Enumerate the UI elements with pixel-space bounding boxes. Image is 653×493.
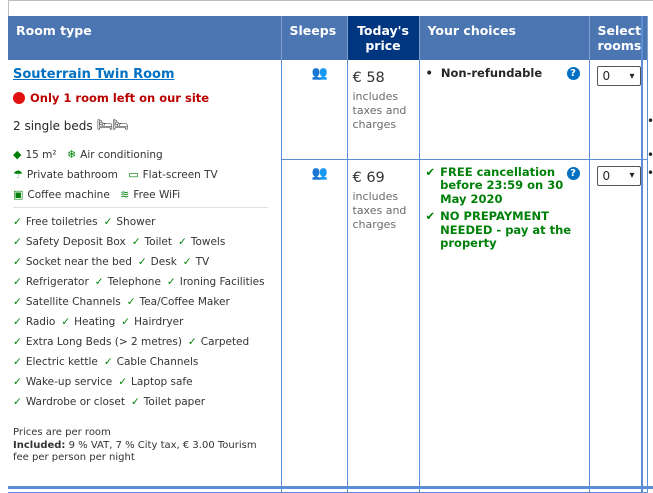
facility-item: ≋ Free WiFi [120, 185, 180, 205]
check-icon: ✓ [182, 256, 192, 268]
amenity-row: ✓ Safety Deposit Box ✓ Toilet ✓ Towels [13, 236, 226, 248]
table-row: Souterrain Twin Room Only 1 room left on… [8, 60, 649, 493]
facilities-list: ◆ 15 m² ❄ Air conditioning ☂ Private bathro… [13, 145, 275, 205]
right-panel-edge: • • • [641, 16, 653, 492]
rooms-select[interactable]: 0 ▾ [596, 66, 641, 86]
check-icon: ✓ [121, 316, 131, 328]
choice-item: ✔ NO PREPAYMENT NEEDED - pay at the prope… [425, 209, 572, 251]
check-icon: ✓ [137, 256, 147, 268]
size-icon: ◆ [13, 148, 22, 161]
bullet-icon: • [647, 166, 653, 180]
tv-icon: ▭ [128, 168, 139, 181]
choices-cell: • Non-refundable ? [418, 60, 589, 160]
bottom-border [8, 486, 653, 489]
check-icon: ✔ [425, 164, 436, 179]
check-icon: ✓ [13, 296, 22, 308]
check-icon: ✔ [425, 209, 436, 224]
amenity-row: ✓ Socket near the bed ✓ Desk ✓ TV [13, 256, 210, 268]
check-icon: ✓ [187, 336, 197, 348]
chevron-down-icon: ▾ [629, 70, 635, 82]
check-icon: ✓ [126, 296, 136, 308]
check-icon: ✓ [131, 236, 141, 248]
choice-item: ✔ FREE cancellation before 23:59 on 30 Ma… [425, 164, 564, 206]
check-icon: ✓ [13, 376, 22, 388]
check-icon: ✓ [178, 236, 187, 248]
amenity-row: ✓ Free toiletries ✓ Shower [13, 216, 156, 228]
facility-item: ◆ 15 m² [13, 145, 57, 165]
header-select-rooms: Select rooms [589, 16, 649, 60]
amenity-row: ✓ Wardrobe or closet ✓ Toilet paper [13, 396, 206, 408]
two-persons-icon: 👥 [311, 165, 328, 181]
select-cell: 0 ▾ [588, 159, 649, 493]
shower-icon: ☂ [13, 168, 23, 181]
header-sleeps: Sleeps [281, 16, 348, 60]
check-icon: ✓ [103, 216, 113, 228]
price-includes: includes taxes and charges [352, 189, 407, 231]
choice-item: • Non-refundable [425, 66, 543, 80]
table-header-row: Room type Sleeps Today's price Your choi… [8, 16, 649, 60]
check-icon: ✓ [103, 356, 113, 368]
check-icon: ✓ [61, 316, 71, 328]
sleeps-cell: 👥 [280, 60, 347, 160]
check-icon: ✓ [13, 216, 22, 228]
bed-icon: 🛏🛏 [96, 118, 129, 133]
check-icon: ✓ [13, 276, 22, 288]
amenity-row: ✓ Extra Long Beds (> 2 metres) ✓ Carpeted [13, 336, 250, 348]
facility-item: ☂ Private bathroom [13, 165, 118, 185]
wifi-icon: ≋ [120, 188, 130, 201]
sleeps-cell: 👥 [280, 159, 347, 493]
scarcity-notice: Only 1 room left on our site [13, 91, 275, 105]
amenity-row: ✓ Satellite Channels ✓ Tea/Coffee Maker [13, 296, 230, 308]
bullet-icon: • [647, 114, 653, 128]
check-icon: ✓ [94, 276, 104, 288]
facility-item: ❄ Air conditioning [67, 145, 163, 165]
room-table: Room type Sleeps Today's price Your choi… [8, 16, 649, 493]
check-icon: ✓ [13, 336, 22, 348]
amenity-row: ✓ Wake-up service ✓ Laptop safe [13, 376, 193, 388]
chevron-down-icon: ▾ [629, 170, 635, 182]
header-todays-price: Today's price [347, 16, 420, 60]
bed-info: 2 single beds 🛏🛏 [13, 118, 129, 133]
check-icon: ✓ [166, 276, 176, 288]
top-border [8, 0, 653, 16]
amenity-row: ✓ Radio ✓ Heating ✓ Hairdryer [13, 316, 184, 328]
price-cell: € 69 includes taxes and charges [346, 159, 419, 493]
facility-item: ▭ Flat-screen TV [128, 165, 218, 185]
bullet-icon: • [647, 148, 653, 162]
price-includes: includes taxes and charges [352, 90, 407, 131]
check-icon: ✓ [13, 356, 22, 368]
select-cell: 0 ▾ [588, 60, 649, 160]
help-icon[interactable]: ? [566, 166, 580, 180]
check-icon: ✓ [13, 236, 22, 248]
price-cell: € 58 includes taxes and charges [346, 60, 419, 160]
amenity-row: ✓ Electric kettle ✓ Cable Channels [13, 356, 199, 368]
header-room-type: Room type [8, 16, 282, 60]
room-name-link[interactable]: Souterrain Twin Room [13, 67, 175, 82]
check-icon: ✓ [13, 316, 22, 328]
amenity-row: ✓ Refrigerator ✓ Telephone ✓ Ironing Faciliti… [13, 276, 265, 288]
check-icon: ✓ [13, 256, 22, 268]
choices-cell: ✔ FREE cancellation before 23:59 on 30 Ma… [418, 159, 589, 493]
coffee-icon: ▣ [13, 188, 24, 201]
price-amount: € 58 [352, 70, 385, 86]
amenities-list: ✓ Free toiletries ✓ Shower ✓ Safety Deposit … [13, 212, 275, 412]
price-amount: € 69 [352, 169, 385, 186]
red-dot-icon [13, 92, 25, 104]
room-info-cell: Souterrain Twin Room Only 1 room left on… [8, 60, 281, 493]
check-icon: ✓ [130, 396, 140, 408]
header-your-choices: Your choices [419, 16, 590, 60]
rooms-select[interactable]: 0 ▾ [596, 165, 641, 186]
divider [13, 207, 268, 208]
check-icon: ✓ [118, 376, 127, 388]
facility-item: ▣ Coffee machine [13, 185, 110, 205]
price-notes: Prices are per room Included: 9 % VAT, 7… [13, 427, 257, 463]
snowflake-icon: ❄ [66, 148, 77, 161]
help-icon[interactable]: ? [566, 67, 580, 80]
two-persons-icon: 👥 [311, 66, 328, 81]
check-icon: ✓ [13, 396, 22, 408]
